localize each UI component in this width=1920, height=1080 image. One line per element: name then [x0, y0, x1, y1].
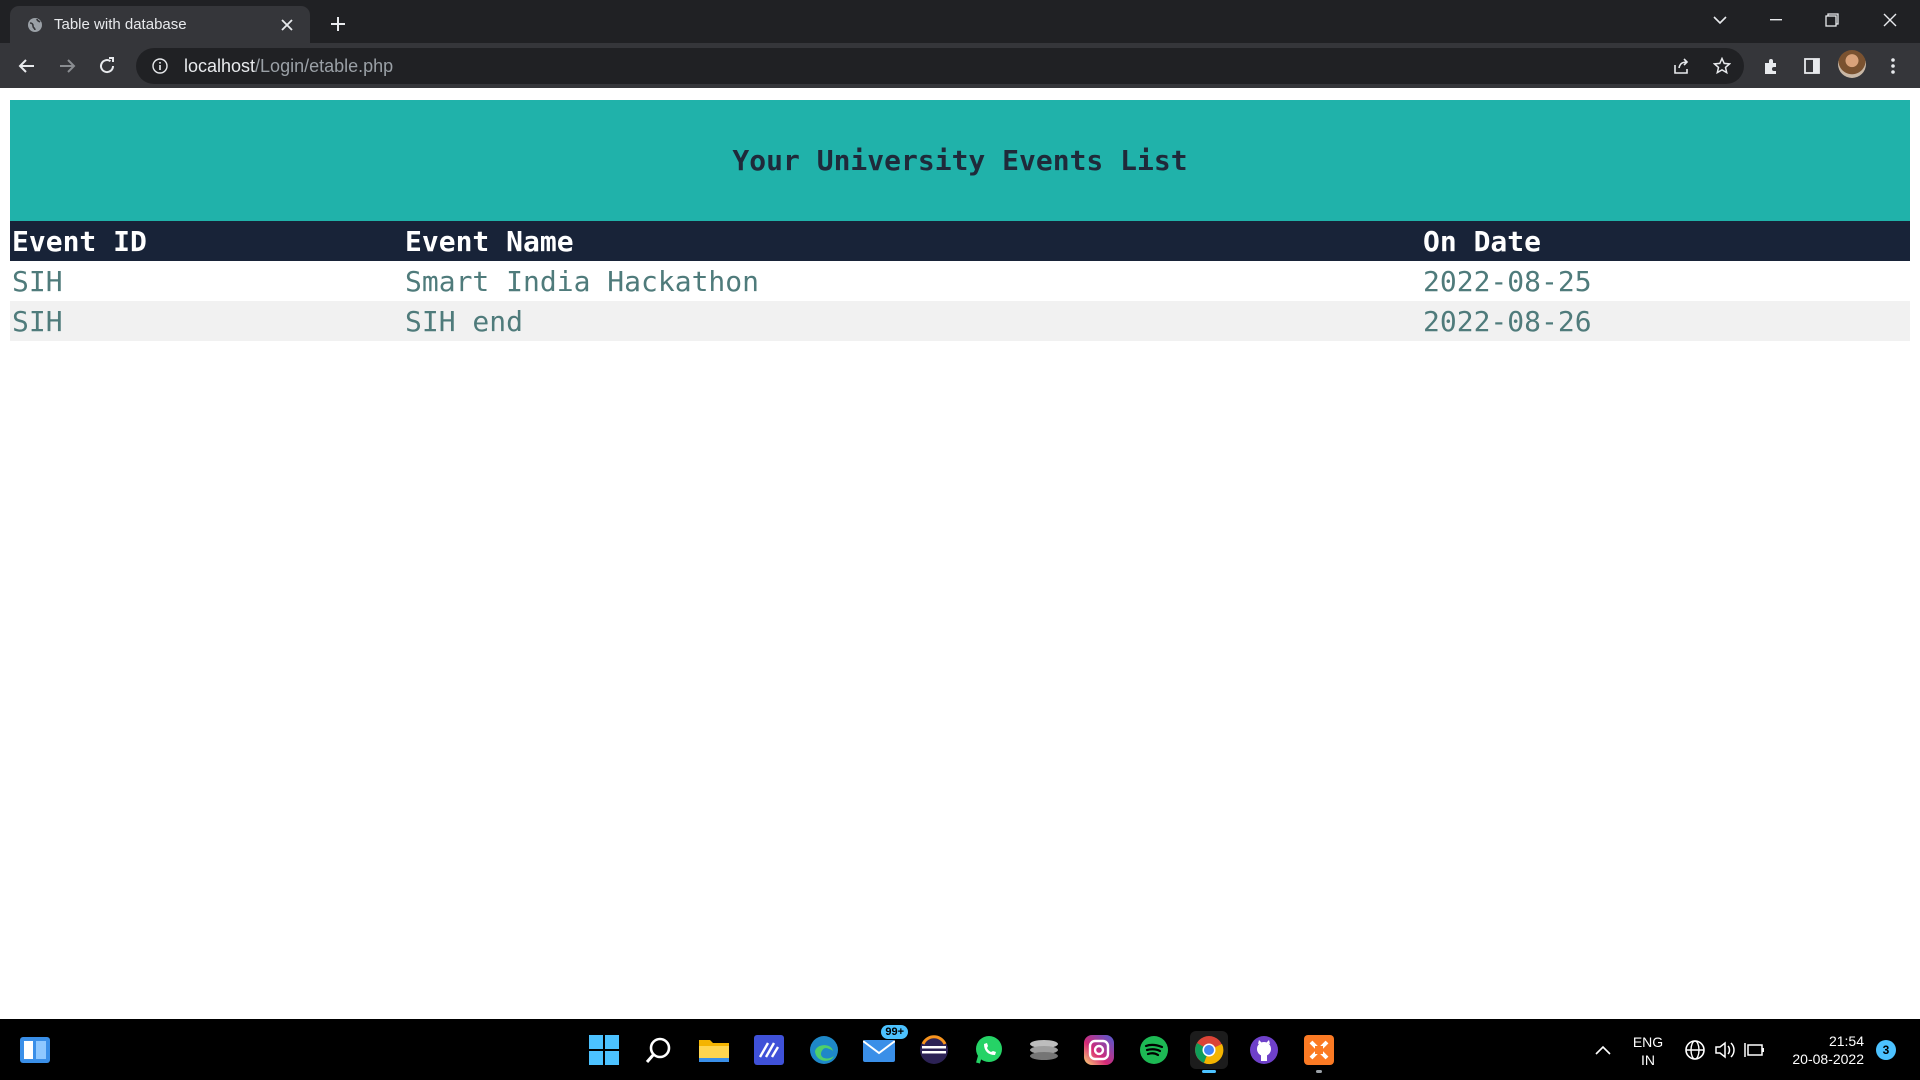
- cell-event-id: SIH: [12, 264, 63, 298]
- battery-icon[interactable]: [1736, 1031, 1774, 1069]
- active-app-indicator: [1202, 1070, 1216, 1073]
- cell-on-date: 2022-08-25: [1423, 264, 1592, 298]
- page-content: Your University Events List Event ID Eve…: [0, 88, 1920, 1019]
- file-explorer-icon[interactable]: [695, 1031, 733, 1069]
- clock-time: 21:54: [1828, 1033, 1864, 1049]
- page-banner: Your University Events List: [10, 100, 1910, 221]
- code-editor-icon[interactable]: [750, 1031, 788, 1069]
- column-header-on-date: On Date: [1421, 221, 1910, 261]
- instagram-icon[interactable]: [1080, 1031, 1118, 1069]
- globe-icon: [26, 16, 44, 34]
- github-icon[interactable]: [1245, 1031, 1283, 1069]
- widgets-icon[interactable]: [16, 1031, 54, 1069]
- spotify-icon[interactable]: [1135, 1031, 1173, 1069]
- table-row: SIH Smart India Hackathon 2022-08-25: [10, 261, 1910, 301]
- restore-icon[interactable]: [1804, 0, 1860, 40]
- notification-count-badge[interactable]: 3: [1876, 1040, 1896, 1060]
- page-title: Your University Events List: [732, 144, 1188, 177]
- cell-on-date: 2022-08-26: [1421, 301, 1910, 341]
- chrome-menu-icon[interactable]: [1878, 51, 1908, 81]
- cell-event-name: Smart India Hackathon: [405, 264, 760, 298]
- running-app-indicator: [1316, 1070, 1322, 1073]
- whatsapp-icon[interactable]: [970, 1031, 1008, 1069]
- mail-badge: 99+: [881, 1025, 908, 1039]
- events-table: Event ID Event Name On Date SIH Smart In…: [10, 221, 1910, 341]
- minimize-icon[interactable]: [1748, 0, 1804, 40]
- clock-date: 20-08-2022: [1792, 1051, 1864, 1067]
- windows-taskbar: 99+ ENG IN 21:54 20-08-2022: [0, 1019, 1920, 1080]
- new-tab-button[interactable]: [324, 10, 352, 38]
- column-header-event-id: Event ID: [10, 221, 403, 261]
- disk-app-icon[interactable]: [1025, 1031, 1063, 1069]
- extensions-icon[interactable]: [1756, 51, 1786, 81]
- windows-start-icon[interactable]: [585, 1031, 623, 1069]
- browser-tab-strip: Table with database: [0, 0, 1920, 43]
- forward-icon[interactable]: [50, 49, 84, 83]
- table-row: SIH SIH end 2022-08-26: [10, 301, 1910, 341]
- language-code: ENG: [1632, 1034, 1664, 1050]
- url-path: /Login/etable.php: [255, 55, 394, 76]
- table-header-row: Event ID Event Name On Date: [10, 221, 1910, 261]
- clock[interactable]: 21:54 20-08-2022: [1774, 1032, 1864, 1068]
- tab-search-icon[interactable]: [1692, 0, 1748, 40]
- xampp-icon[interactable]: [1300, 1031, 1338, 1073]
- browser-tab[interactable]: Table with database: [10, 6, 310, 43]
- column-header-event-name: Event Name: [403, 221, 1421, 261]
- side-panel-icon[interactable]: [1797, 51, 1827, 81]
- eclipse-icon[interactable]: [915, 1031, 953, 1069]
- back-icon[interactable]: [10, 49, 44, 83]
- url-host: localhost: [184, 55, 256, 76]
- site-info-icon[interactable]: [150, 56, 170, 76]
- chevron-up-icon[interactable]: [1584, 1031, 1622, 1069]
- address-bar[interactable]: localhost/Login/etable.php: [136, 48, 1744, 84]
- close-window-icon[interactable]: [1862, 0, 1918, 40]
- close-tab-icon[interactable]: [276, 14, 298, 36]
- profile-avatar[interactable]: [1838, 50, 1866, 78]
- share-icon[interactable]: [1666, 51, 1696, 81]
- mail-icon[interactable]: 99+: [860, 1025, 908, 1069]
- reload-icon[interactable]: [90, 49, 124, 83]
- bookmark-star-icon[interactable]: [1707, 51, 1737, 81]
- search-icon[interactable]: [640, 1031, 678, 1069]
- chrome-icon[interactable]: [1190, 1031, 1228, 1073]
- cell-event-name: SIH end: [403, 301, 1421, 341]
- edge-icon[interactable]: [805, 1031, 843, 1069]
- cell-event-id: SIH: [10, 301, 403, 341]
- tab-title: Table with database: [54, 16, 187, 33]
- language-indicator[interactable]: ENG IN: [1628, 1033, 1668, 1069]
- region-code: IN: [1641, 1052, 1655, 1068]
- browser-toolbar: localhost/Login/etable.php: [0, 43, 1920, 88]
